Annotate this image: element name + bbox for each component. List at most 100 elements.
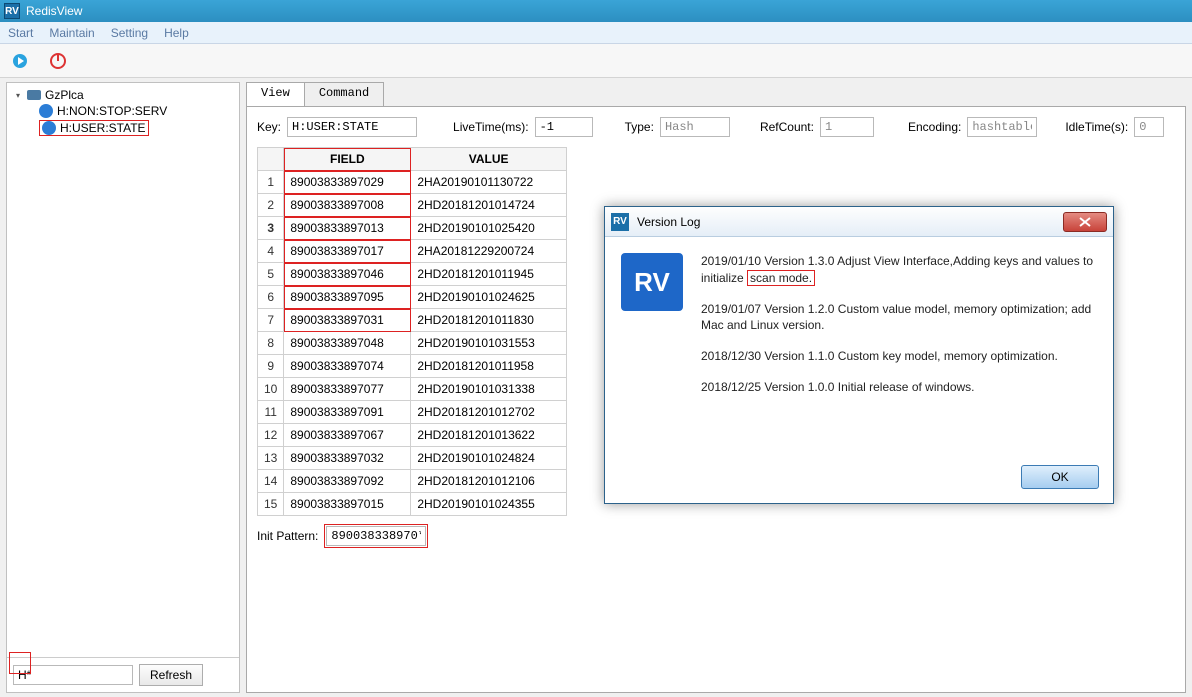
cell-value[interactable]: 2HD20190101024355 — [411, 493, 567, 516]
table-row[interactable]: 7890038338970312HD20181201011830 — [258, 309, 567, 332]
table-row[interactable]: 4890038338970172HA20181229200724 — [258, 240, 567, 263]
key-field[interactable] — [287, 117, 417, 137]
highlight-box — [9, 652, 31, 674]
table-row[interactable]: 15890038338970152HD20190101024355 — [258, 493, 567, 516]
table-row[interactable]: 5890038338970462HD20181201011945 — [258, 263, 567, 286]
row-num: 3 — [258, 217, 284, 240]
menu-maintain[interactable]: Maintain — [49, 26, 94, 40]
tab-command[interactable]: Command — [304, 82, 384, 106]
tree-item-0[interactable]: H:NON:STOP:SERV — [11, 103, 235, 119]
livetime-label: LiveTime(ms): — [453, 120, 529, 134]
table-row[interactable]: 2890038338970082HD20181201014724 — [258, 194, 567, 217]
init-pattern-row: Init Pattern: — [257, 524, 1175, 548]
app-title: RedisView — [26, 4, 82, 18]
info-row: Key: LiveTime(ms): Type: RefCount: Encod… — [257, 117, 1175, 137]
table-row[interactable]: 1890038338970292HA20190101130722 — [258, 171, 567, 194]
table-row[interactable]: 3890038338970132HD20190101025420 — [258, 217, 567, 240]
tree-root-label: GzPlca — [45, 88, 84, 102]
cell-value[interactable]: 2HD20181201012702 — [411, 401, 567, 424]
row-num: 9 — [258, 355, 284, 378]
dialog-titlebar[interactable]: RV Version Log — [605, 207, 1113, 237]
cell-field[interactable]: 89003833897095 — [284, 286, 411, 309]
cell-value[interactable]: 2HA20190101130722 — [411, 171, 567, 194]
ok-button[interactable]: OK — [1021, 465, 1099, 489]
row-num: 15 — [258, 493, 284, 516]
col-field[interactable]: FIELD — [284, 148, 411, 171]
livetime-field[interactable] — [535, 117, 593, 137]
cell-value[interactable]: 2HA20181229200724 — [411, 240, 567, 263]
tree[interactable]: ▾ GzPlca H:NON:STOP:SERV H:USER:STATE — [7, 83, 239, 657]
row-num: 13 — [258, 447, 284, 470]
cell-field[interactable]: 89003833897077 — [284, 378, 411, 401]
cell-value[interactable]: 2HD20190101024625 — [411, 286, 567, 309]
row-num: 6 — [258, 286, 284, 309]
tab-view[interactable]: View — [246, 82, 305, 106]
cell-field[interactable]: 89003833897046 — [284, 263, 411, 286]
cell-field[interactable]: 89003833897017 — [284, 240, 411, 263]
refcount-field — [820, 117, 874, 137]
cell-field[interactable]: 89003833897048 — [284, 332, 411, 355]
menu-start[interactable]: Start — [8, 26, 33, 40]
menu-setting[interactable]: Setting — [111, 26, 148, 40]
cell-value[interactable]: 2HD20190101031553 — [411, 332, 567, 355]
cell-field[interactable]: 89003833897013 — [284, 217, 411, 240]
table-row[interactable]: 13890038338970322HD20190101024824 — [258, 447, 567, 470]
col-value[interactable]: VALUE — [411, 148, 567, 171]
tree-item-label: H:USER:STATE — [60, 121, 146, 135]
cell-value[interactable]: 2HD20190101031338 — [411, 378, 567, 401]
cell-value[interactable]: 2HD20181201011945 — [411, 263, 567, 286]
pattern-input[interactable] — [13, 665, 133, 685]
dialog-logo: RV — [621, 253, 683, 311]
cell-value[interactable]: 2HD20190101024824 — [411, 447, 567, 470]
tree-root[interactable]: ▾ GzPlca — [11, 87, 235, 103]
cell-field[interactable]: 89003833897092 — [284, 470, 411, 493]
init-pattern-input[interactable] — [326, 526, 426, 546]
cell-value[interactable]: 2HD20181201012106 — [411, 470, 567, 493]
table-row[interactable]: 8890038338970482HD20190101031553 — [258, 332, 567, 355]
tree-item-label: H:NON:STOP:SERV — [57, 104, 167, 118]
cell-field[interactable]: 89003833897067 — [284, 424, 411, 447]
table-row[interactable]: 6890038338970952HD20190101024625 — [258, 286, 567, 309]
close-icon — [1079, 217, 1091, 227]
sidebar-footer: Refresh — [7, 657, 239, 692]
power-button[interactable] — [44, 48, 72, 74]
close-button[interactable] — [1063, 212, 1107, 232]
app-icon: RV — [4, 3, 20, 19]
expand-icon[interactable]: ▾ — [13, 90, 23, 100]
type-field — [660, 117, 730, 137]
cell-field[interactable]: 89003833897015 — [284, 493, 411, 516]
row-num: 2 — [258, 194, 284, 217]
cell-value[interactable]: 2HD20181201014724 — [411, 194, 567, 217]
table-row[interactable]: 11890038338970912HD20181201012702 — [258, 401, 567, 424]
cell-value[interactable]: 2HD20190101025420 — [411, 217, 567, 240]
titlebar: RV RedisView — [0, 0, 1192, 22]
cell-value[interactable]: 2HD20181201013622 — [411, 424, 567, 447]
table-row[interactable]: 14890038338970922HD20181201012106 — [258, 470, 567, 493]
hash-table[interactable]: FIELD VALUE 1890038338970292HA2019010113… — [257, 147, 567, 516]
play-button[interactable] — [6, 48, 34, 74]
row-num: 1 — [258, 171, 284, 194]
cell-value[interactable]: 2HD20181201011830 — [411, 309, 567, 332]
menu-help[interactable]: Help — [164, 26, 189, 40]
cell-field[interactable]: 89003833897031 — [284, 309, 411, 332]
dialog-icon: RV — [611, 213, 629, 231]
row-header — [258, 148, 284, 171]
row-num: 7 — [258, 309, 284, 332]
cell-field[interactable]: 89003833897032 — [284, 447, 411, 470]
table-row[interactable]: 9890038338970742HD20181201011958 — [258, 355, 567, 378]
init-pattern-label: Init Pattern: — [257, 529, 318, 543]
key-label: Key: — [257, 120, 281, 134]
version-log-text: 2019/01/10 Version 1.3.0 Adjust View Int… — [701, 253, 1097, 441]
cell-field[interactable]: 89003833897029 — [284, 171, 411, 194]
cell-field[interactable]: 89003833897008 — [284, 194, 411, 217]
table-row[interactable]: 10890038338970772HD20190101031338 — [258, 378, 567, 401]
cell-field[interactable]: 89003833897091 — [284, 401, 411, 424]
tree-item-1[interactable]: H:USER:STATE — [11, 119, 235, 137]
cell-field[interactable]: 89003833897074 — [284, 355, 411, 378]
table-row[interactable]: 12890038338970672HD20181201013622 — [258, 424, 567, 447]
version-entry: 2019/01/07 Version 1.2.0 Custom value mo… — [701, 301, 1097, 335]
cell-value[interactable]: 2HD20181201011958 — [411, 355, 567, 378]
encoding-label: Encoding: — [908, 120, 961, 134]
highlight-text: scan mode. — [747, 270, 815, 286]
refresh-button[interactable]: Refresh — [139, 664, 203, 686]
